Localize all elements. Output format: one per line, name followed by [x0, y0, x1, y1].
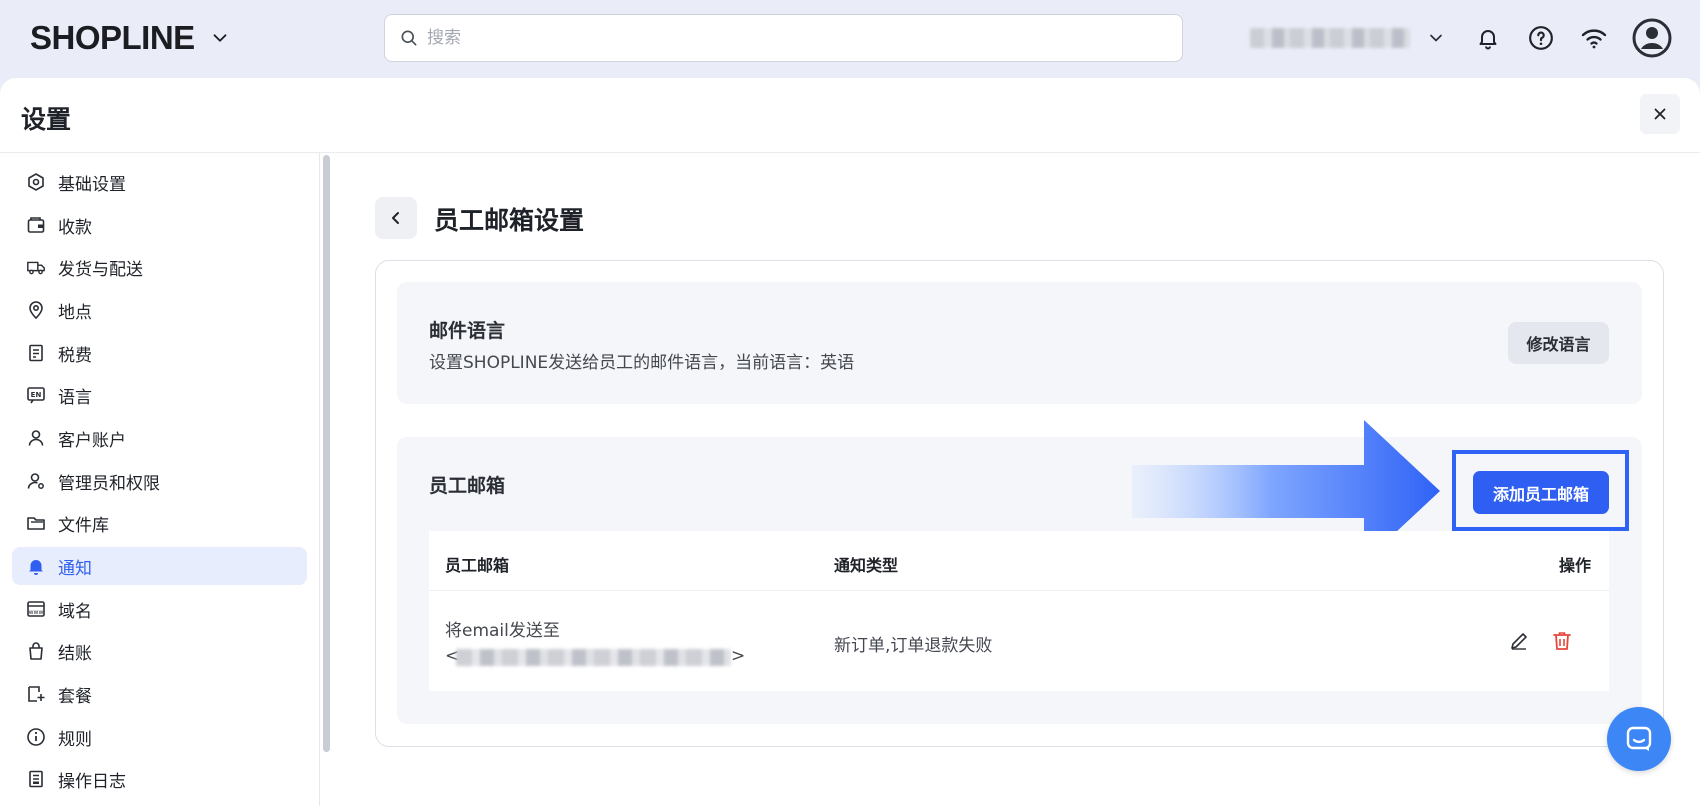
folder-icon	[26, 513, 46, 533]
location-pin-icon	[26, 300, 46, 320]
sidebar-item-label: 结账	[58, 643, 92, 664]
shopline-logo: SHOPLINE	[30, 19, 195, 56]
sidebar-item-label: 税费	[58, 345, 92, 366]
sidebar-item-label: 通知	[58, 558, 92, 579]
sidebar-item-notifications[interactable]: 通知	[12, 547, 307, 585]
sidebar-item-customer-accounts[interactable]: 客户账户	[12, 419, 307, 457]
column-header-staff-email: 员工邮箱	[445, 556, 510, 575]
close-icon	[1654, 108, 1666, 120]
staff-email-title: 员工邮箱	[429, 475, 506, 497]
sidebar-item-label: 管理员和权限	[58, 473, 160, 494]
back-button[interactable]	[375, 197, 417, 239]
sidebar-item-label: 域名	[58, 601, 92, 622]
search-icon	[401, 30, 417, 46]
staff-email-table	[429, 531, 1609, 691]
table-row-email-line1: 将email发送至	[445, 621, 560, 641]
table-header-divider	[429, 590, 1609, 591]
chat-support-button[interactable]	[1607, 707, 1671, 771]
bell-icon[interactable]	[1472, 22, 1504, 54]
sidebar-item-languages[interactable]: EN 语言	[12, 376, 307, 414]
sidebar-item-domains[interactable]: www 域名	[12, 590, 307, 628]
close-button[interactable]	[1640, 94, 1680, 134]
sidebar-item-label: 地点	[58, 302, 92, 323]
truck-icon	[26, 257, 46, 277]
bell-icon	[26, 556, 46, 576]
sidebar-item-checkout[interactable]: 结账	[12, 632, 307, 670]
store-name-redacted[interactable]	[1250, 28, 1410, 48]
staff-email-settings-title: 员工邮箱设置	[434, 206, 585, 235]
top-bar: SHOPLINE	[0, 0, 1700, 78]
column-header-actions: 操作	[1559, 556, 1592, 575]
sidebar-item-label: 发货与配送	[58, 259, 143, 280]
wallet-icon	[26, 215, 46, 235]
sidebar-item-shipping[interactable]: 发货与配送	[12, 248, 307, 286]
sidebar-item-label: 客户账户	[58, 430, 126, 451]
table-row-email-close-bracket: >	[731, 646, 746, 666]
chat-icon	[1626, 726, 1652, 751]
user-admin-icon	[26, 471, 46, 491]
sidebar-item-label: 规则	[58, 729, 92, 750]
sidebar-item-label: 语言	[58, 387, 92, 408]
edit-icon[interactable]	[1505, 627, 1533, 655]
info-icon	[26, 727, 46, 747]
wifi-icon[interactable]	[1578, 22, 1610, 54]
delete-icon[interactable]	[1548, 627, 1576, 655]
sidebar-item-taxes[interactable]: 税费	[12, 334, 307, 372]
mail-language-section	[397, 282, 1642, 404]
chevron-left-icon	[392, 212, 399, 224]
language-en-icon: EN	[26, 385, 46, 405]
sidebar-item-activity-log[interactable]: 操作日志	[12, 760, 307, 798]
sidebar-item-admins-permissions[interactable]: 管理员和权限	[12, 462, 307, 500]
sidebar-item-label: 文件库	[58, 515, 109, 536]
sidebar-item-label: 套餐	[58, 686, 92, 707]
mail-language-description: 设置SHOPLINE发送给员工的邮件语言，当前语言：英语	[429, 353, 855, 373]
change-language-button[interactable]: 修改语言	[1508, 322, 1609, 364]
sidebar-item-basic-settings[interactable]: 基础设置	[12, 163, 307, 201]
sidebar-item-files[interactable]: 文件库	[12, 504, 307, 542]
add-staff-email-button[interactable]: 添加员工邮箱	[1473, 471, 1609, 514]
shopping-bag-icon	[26, 641, 46, 661]
sidebar-item-plans[interactable]: 套餐	[12, 675, 307, 713]
column-header-notification-type: 通知类型	[834, 556, 899, 575]
domain-icon: www	[26, 599, 46, 619]
tax-receipt-icon	[26, 343, 46, 363]
account-chevron-down-icon[interactable]	[1420, 22, 1452, 54]
sidebar-item-locations[interactable]: 地点	[12, 291, 307, 329]
table-row-notification-types: 新订单,订单退款失败	[834, 636, 993, 656]
svg-text:EN: EN	[31, 391, 42, 399]
chevron-down-icon	[213, 34, 227, 42]
help-icon[interactable]	[1525, 22, 1557, 54]
svg-text:www: www	[29, 609, 44, 616]
sidebar-item-label: 操作日志	[58, 771, 126, 792]
sidebar-scrollbar[interactable]	[323, 155, 330, 752]
user-icon	[26, 428, 46, 448]
sidebar-item-label: 收款	[58, 217, 92, 238]
search-input[interactable]	[427, 28, 1127, 48]
sidebar-item-payments[interactable]: 收款	[12, 206, 307, 244]
store-switcher[interactable]: SHOPLINE	[30, 18, 231, 58]
plan-icon	[26, 684, 46, 704]
mail-language-title: 邮件语言	[429, 320, 506, 342]
sidebar-item-label: 基础设置	[58, 174, 126, 195]
log-icon	[26, 769, 46, 789]
page-title: 设置	[21, 105, 72, 134]
redacted-email-address	[456, 649, 731, 666]
user-avatar-icon[interactable]	[1632, 18, 1672, 58]
hexagon-settings-icon	[26, 172, 46, 192]
sidebar-item-policies[interactable]: 规则	[12, 718, 307, 756]
search-box[interactable]	[384, 14, 1183, 62]
